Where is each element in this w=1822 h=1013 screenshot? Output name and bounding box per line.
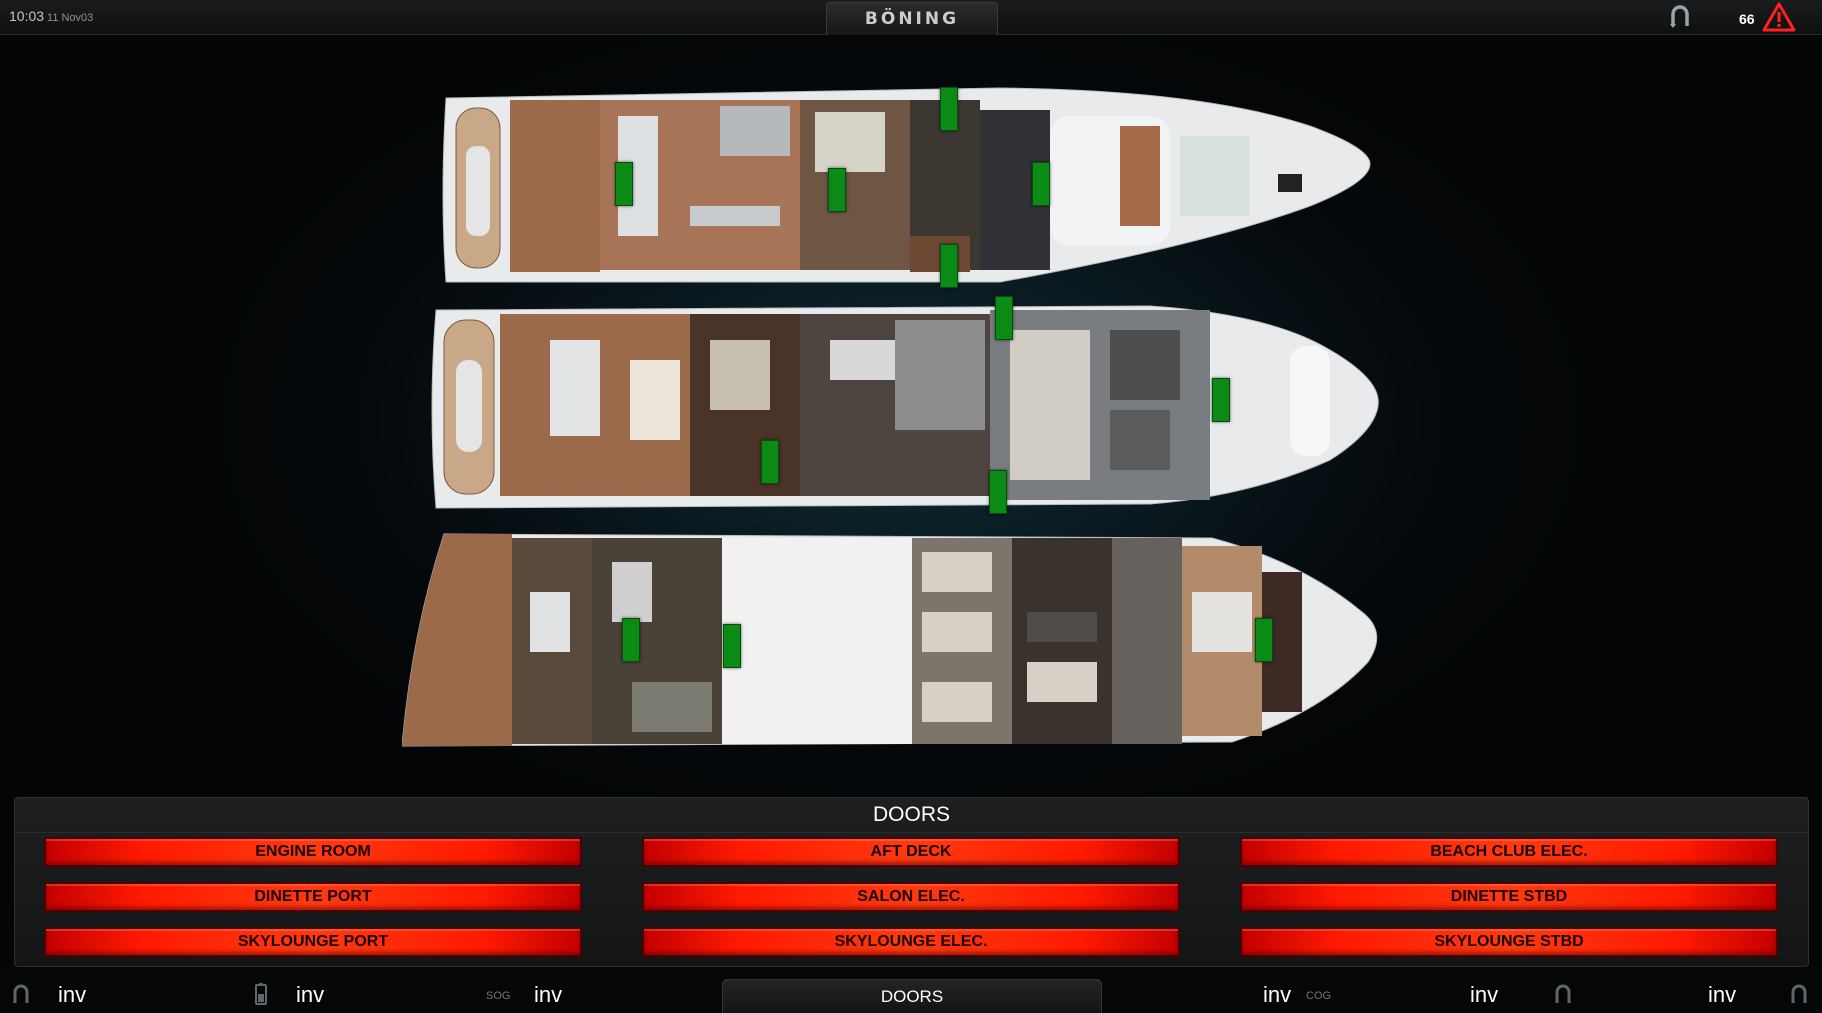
warning-icon[interactable]: [1762, 2, 1796, 32]
door-marker[interactable]: [1255, 618, 1273, 662]
cog-value: inv: [1263, 982, 1292, 1007]
door-button-beach-club-elec[interactable]: BEACH CLUB ELEC.: [1240, 837, 1778, 867]
doors-panel-title: DOORS: [15, 798, 1808, 833]
door-button-skylounge-stbd[interactable]: SKYLOUNGE STBD: [1240, 927, 1778, 957]
horseshoe-icon: [1555, 984, 1571, 1003]
status-value-2: inv: [296, 982, 325, 1007]
door-marker[interactable]: [615, 162, 633, 206]
status-value-5: inv: [1470, 982, 1499, 1007]
battery-icon: [255, 983, 267, 1005]
deck-plan-main: [431, 305, 1379, 509]
deck-plan-upper: [442, 87, 1371, 283]
alarm-count[interactable]: 66: [1739, 11, 1755, 27]
horseshoe-icon: [13, 984, 29, 1003]
door-marker[interactable]: [828, 168, 846, 212]
door-marker[interactable]: [723, 624, 741, 668]
horseshoe-icon: [1791, 984, 1807, 1003]
brand-logo: BÖNING: [864, 9, 960, 29]
door-marker[interactable]: [622, 618, 640, 662]
status-value-6: inv: [1708, 982, 1737, 1007]
door-button-label: DINETTE PORT: [254, 888, 372, 905]
door-button-label: AFT DECK: [870, 843, 952, 860]
door-marker[interactable]: [1212, 378, 1230, 422]
door-button-dinette-port[interactable]: DINETTE PORT: [44, 882, 582, 912]
door-button-label: ENGINE ROOM: [255, 843, 371, 860]
door-button-label: DINETTE STBD: [1450, 888, 1568, 905]
door-button-label: SALON ELEC.: [857, 888, 965, 905]
door-marker[interactable]: [940, 244, 958, 288]
door-button-dinette-stbd[interactable]: DINETTE STBD: [1240, 882, 1778, 912]
door-marker[interactable]: [1032, 162, 1050, 206]
door-button-label: SKYLOUNGE PORT: [237, 933, 389, 950]
door-button-salon-elec[interactable]: SALON ELEC.: [642, 882, 1180, 912]
door-marker[interactable]: [989, 470, 1007, 514]
deck-plan-lower: [402, 533, 1378, 747]
sog-label: SOG: [486, 990, 511, 1002]
status-value-1: inv: [58, 982, 87, 1007]
door-button-label: SKYLOUNGE ELEC.: [834, 933, 988, 950]
door-marker[interactable]: [761, 440, 779, 484]
tab-doors[interactable]: DOORS: [722, 979, 1102, 1013]
clock: 10:03 11 Nov03: [9, 8, 93, 24]
screen: 10:03 11 Nov03 BÖNING 66 DOORS ENGINE RO…: [0, 0, 1822, 1013]
clock-time: 10:03: [9, 8, 45, 24]
brand-tab[interactable]: BÖNING: [826, 2, 998, 35]
top-bar: 10:03 11 Nov03 BÖNING 66: [0, 0, 1822, 35]
cog-label: COG: [1306, 990, 1332, 1002]
clock-seconds: 11: [47, 12, 59, 24]
door-button-skylounge-elec[interactable]: SKYLOUNGE ELEC.: [642, 927, 1180, 957]
door-button-aft-deck[interactable]: AFT DECK: [642, 837, 1180, 867]
horseshoe-icon[interactable]: [1668, 4, 1692, 30]
door-button-engine-room[interactable]: ENGINE ROOM: [44, 837, 582, 867]
door-marker[interactable]: [995, 296, 1013, 340]
door-button-label: SKYLOUNGE STBD: [1434, 933, 1584, 950]
door-button-skylounge-port[interactable]: SKYLOUNGE PORT: [44, 927, 582, 957]
door-button-label: BEACH CLUB ELEC.: [1430, 843, 1588, 860]
sog-value: inv: [534, 982, 563, 1007]
clock-date: Nov03: [61, 12, 94, 24]
door-marker[interactable]: [940, 87, 958, 131]
